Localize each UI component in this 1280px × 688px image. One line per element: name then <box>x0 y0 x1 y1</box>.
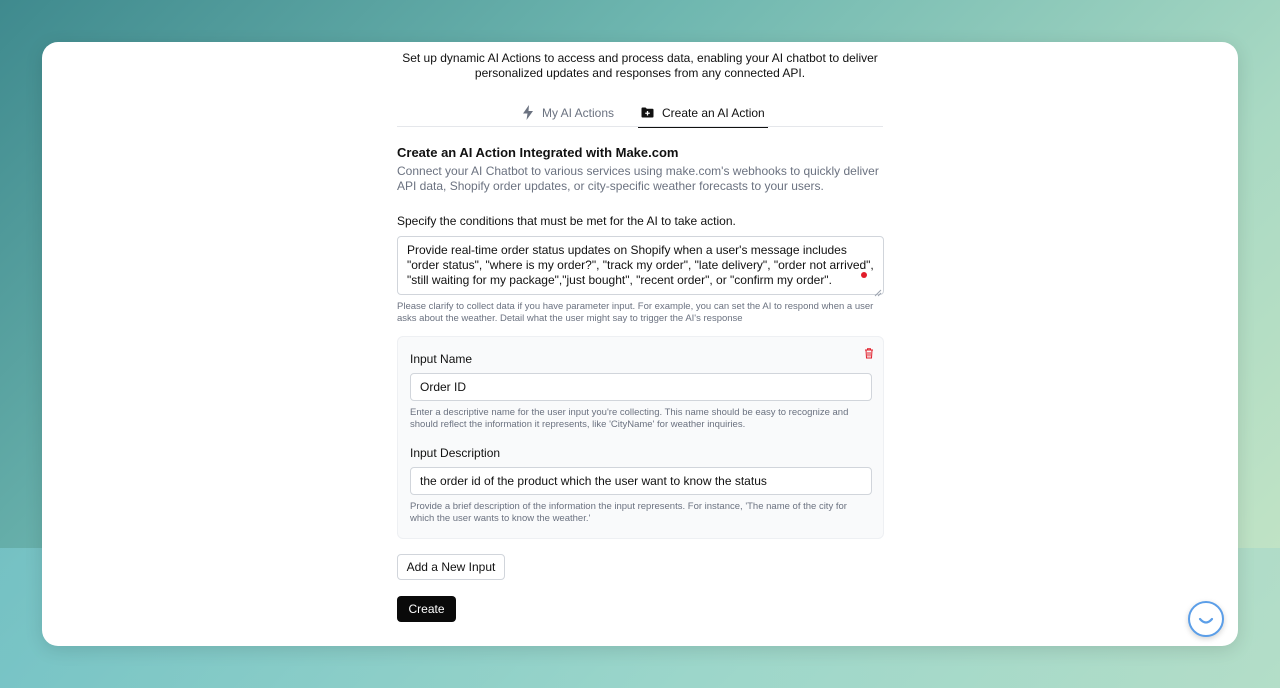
tab-bar: My AI Actions Create an AI Action <box>397 98 883 128</box>
conditions-hint: Please clarify to collect data if you ha… <box>397 301 874 324</box>
conditions-textarea[interactable]: Provide real-time order status updates o… <box>397 236 884 295</box>
spellcheck-indicator <box>861 272 867 278</box>
resize-handle-icon[interactable] <box>872 284 882 297</box>
intro-line-2: personalized updates and responses from … <box>474 66 806 80</box>
create-button[interactable]: Create <box>397 596 456 622</box>
lightning-icon <box>522 105 534 120</box>
input-panel: Input Name Enter a descriptive name for … <box>397 336 884 539</box>
tab-my-ai-actions[interactable]: My AI Actions <box>522 98 614 127</box>
trash-icon[interactable] <box>863 346 875 359</box>
main-card: Set up dynamic AI Actions to access and … <box>42 42 1238 646</box>
input-description-label: Input Description <box>410 446 501 460</box>
section-description: Connect your AI Chatbot to various servi… <box>397 164 879 193</box>
input-name-field[interactable] <box>410 373 872 401</box>
tab-label: My AI Actions <box>542 105 615 120</box>
input-description-field[interactable] <box>410 467 872 495</box>
chat-launcher-button[interactable] <box>1188 601 1224 637</box>
folder-plus-icon <box>641 107 654 118</box>
input-description-hint: Provide a brief description of the infor… <box>410 501 847 524</box>
section-title: Create an AI Action Integrated with Make… <box>397 145 679 160</box>
intro-text: Set up dynamic AI Actions to access and … <box>382 51 898 81</box>
intro-line-1: Set up dynamic AI Actions to access and … <box>402 51 878 65</box>
add-new-input-button[interactable]: Add a New Input <box>397 554 505 580</box>
conditions-label: Specify the conditions that must be met … <box>397 214 736 228</box>
input-name-hint: Enter a descriptive name for the user in… <box>410 407 849 430</box>
input-name-label: Input Name <box>410 352 473 366</box>
tab-label: Create an AI Action <box>662 105 765 120</box>
tab-create-ai-action[interactable]: Create an AI Action <box>638 98 768 128</box>
